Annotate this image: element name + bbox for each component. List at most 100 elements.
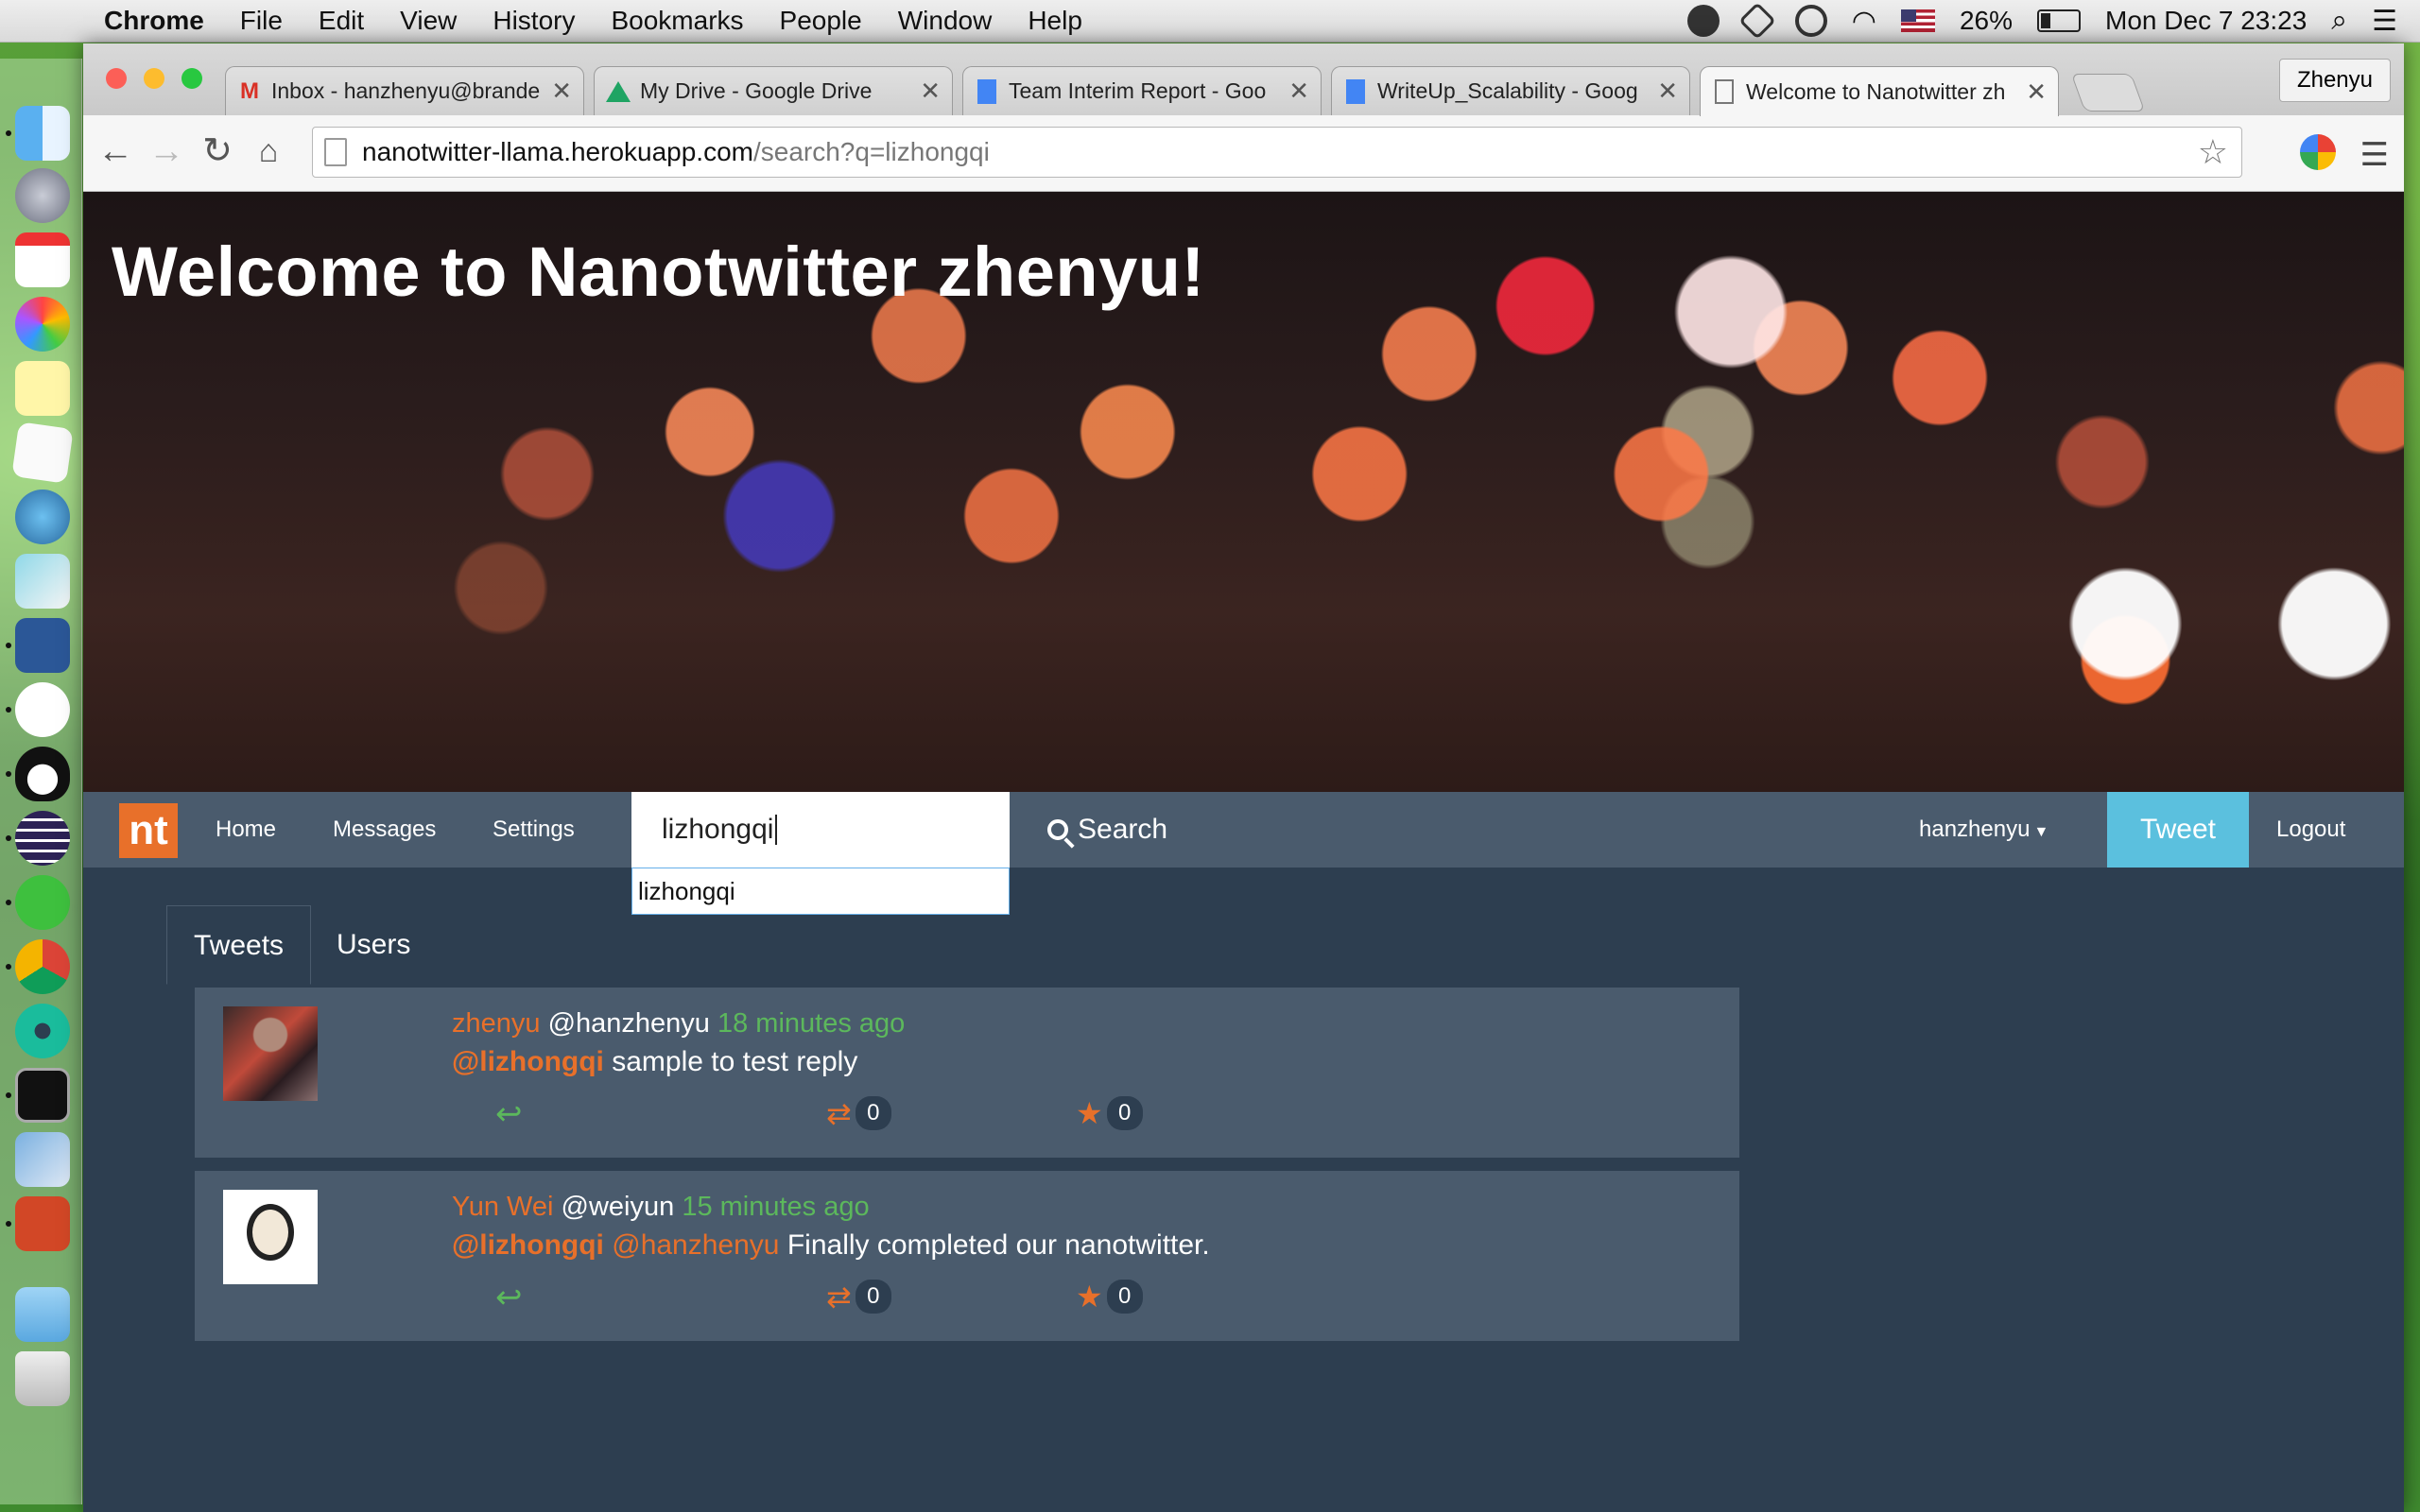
notes-icon[interactable] xyxy=(15,361,70,416)
menu-help[interactable]: Help xyxy=(1028,6,1082,36)
nav-home[interactable]: Home xyxy=(216,792,276,868)
spotlight-icon[interactable]: ⌕ xyxy=(2331,5,2347,37)
nt-logo[interactable]: nt xyxy=(119,803,178,858)
close-window-button[interactable] xyxy=(106,68,127,89)
page-info-icon[interactable] xyxy=(324,138,347,166)
close-tab-icon[interactable]: ✕ xyxy=(551,77,572,106)
new-tab-button[interactable] xyxy=(2070,74,2146,112)
menu-file[interactable]: File xyxy=(240,6,283,36)
tweet-author-name[interactable]: zhenyu xyxy=(452,1008,541,1039)
trash-icon[interactable] xyxy=(15,1351,70,1406)
tab-tweets[interactable]: Tweets xyxy=(166,905,312,985)
reply-button[interactable]: ↩ xyxy=(495,1279,523,1316)
browser-toolbar: ← → ↻ ⌂ nanotwitter-llama.herokuapp.com /… xyxy=(83,115,2404,192)
wifi-icon[interactable]: ◠ xyxy=(1852,5,1876,38)
nav-settings[interactable]: Settings xyxy=(493,792,575,868)
chrome-menu-icon[interactable]: ☰ xyxy=(2360,136,2389,174)
page-title: Welcome to Nanotwitter zhenyu! xyxy=(112,232,1205,311)
tab-google-drive[interactable]: My Drive - Google Drive ✕ xyxy=(594,66,953,115)
tweet-author-handle[interactable]: @hanzhenyu xyxy=(548,1008,710,1039)
calendar-icon[interactable] xyxy=(15,232,70,287)
github-icon[interactable] xyxy=(15,682,70,737)
notification-center-icon[interactable]: ☰ xyxy=(2372,5,2397,38)
avatar[interactable] xyxy=(223,1190,318,1284)
retweet-button[interactable]: ⇄ 0 xyxy=(826,1095,891,1131)
dropbox-icon[interactable] xyxy=(1737,2,1776,40)
folder-icon[interactable] xyxy=(15,1287,70,1342)
preview-icon[interactable] xyxy=(15,554,70,609)
wechat-icon[interactable] xyxy=(1686,5,1720,37)
logout-link[interactable]: Logout xyxy=(2276,792,2345,868)
wechat-dock-icon[interactable] xyxy=(15,875,70,930)
close-tab-icon[interactable]: ✕ xyxy=(920,77,941,106)
mention-link[interactable]: @hanzhenyu xyxy=(612,1229,779,1261)
tweet-card: Yun Wei @weiyun 15 minutes ago @lizhongq… xyxy=(195,1171,1739,1341)
running-indicator xyxy=(6,964,11,970)
atom-icon[interactable] xyxy=(15,1004,70,1058)
extension-icon[interactable] xyxy=(2300,134,2336,170)
mention-link[interactable]: @lizhongqi xyxy=(452,1046,604,1077)
finder-icon[interactable] xyxy=(15,106,70,161)
tweet-button[interactable]: Tweet xyxy=(2107,792,2249,868)
clock[interactable]: Mon Dec 7 23:23 xyxy=(2105,6,2307,36)
menu-window[interactable]: Window xyxy=(898,6,993,36)
retweet-button[interactable]: ⇄ 0 xyxy=(826,1279,891,1314)
profile-button[interactable]: Zhenyu xyxy=(2278,59,2391,102)
input-source-flag-icon[interactable] xyxy=(1900,9,1935,32)
menu-edit[interactable]: Edit xyxy=(319,6,364,36)
close-tab-icon[interactable]: ✕ xyxy=(1288,77,1309,106)
eclipse-icon[interactable] xyxy=(15,811,70,866)
reply-button[interactable]: ↩ xyxy=(495,1095,523,1133)
search-input[interactable]: lizhongqi xyxy=(631,792,1010,868)
word-icon[interactable] xyxy=(15,618,70,673)
menu-bookmarks[interactable]: Bookmarks xyxy=(611,6,743,36)
tweet-author-name[interactable]: Yun Wei xyxy=(452,1192,553,1222)
avatar[interactable] xyxy=(223,1006,318,1101)
menu-people[interactable]: People xyxy=(780,6,862,36)
favorite-button[interactable]: ★ 0 xyxy=(1076,1095,1143,1131)
image-capture-icon[interactable] xyxy=(15,1132,70,1187)
tab-writeup-scalability[interactable]: WriteUp_Scalability - Goog ✕ xyxy=(1331,66,1690,115)
favorite-button[interactable]: ★ 0 xyxy=(1076,1279,1143,1314)
minimize-window-button[interactable] xyxy=(144,68,164,89)
photos-icon[interactable] xyxy=(15,297,70,352)
qq-icon[interactable] xyxy=(15,747,70,801)
search-button[interactable]: Search xyxy=(1047,792,1167,868)
tab-title: WriteUp_Scalability - Goog xyxy=(1377,78,1638,103)
close-tab-icon[interactable]: ✕ xyxy=(2026,77,2047,107)
user-dropdown[interactable]: hanzhenyu ▼ xyxy=(1919,792,2048,868)
search-status-icon[interactable] xyxy=(1794,5,1827,37)
terminal-icon[interactable] xyxy=(15,1068,70,1123)
tweet-text: sample to test reply xyxy=(603,1046,858,1077)
powerpoint-icon[interactable] xyxy=(15,1196,70,1251)
textedit-icon[interactable] xyxy=(11,421,74,484)
mention-link[interactable]: @lizhongqi xyxy=(452,1229,604,1261)
zoom-window-button[interactable] xyxy=(182,68,202,89)
battery-icon[interactable] xyxy=(2037,9,2082,32)
menu-history[interactable]: History xyxy=(493,6,575,36)
forward-button[interactable]: → xyxy=(146,130,187,172)
reload-button[interactable]: ↻ xyxy=(197,130,238,172)
address-bar[interactable]: nanotwitter-llama.herokuapp.com/search?q… xyxy=(312,127,2242,178)
tab-nanotwitter[interactable]: Welcome to Nanotwitter zh ✕ xyxy=(1700,66,2059,116)
nav-messages[interactable]: Messages xyxy=(333,792,436,868)
launchpad-icon[interactable] xyxy=(15,168,70,223)
tweet-author-handle[interactable]: @weiyun xyxy=(562,1192,675,1222)
browser-window: M Inbox - hanzhenyu@brande ✕ My Drive - … xyxy=(83,43,2404,1512)
tab-users[interactable]: Users xyxy=(310,905,437,985)
menu-app[interactable]: Chrome xyxy=(104,6,204,36)
home-button[interactable]: ⌂ xyxy=(248,130,289,172)
tweet-header: zhenyu @hanzhenyu 18 minutes ago xyxy=(452,1008,905,1040)
back-button[interactable]: ← xyxy=(95,130,136,172)
menu-view[interactable]: View xyxy=(400,6,457,36)
bookmark-star-icon[interactable]: ☆ xyxy=(2198,132,2228,172)
maps-icon[interactable] xyxy=(15,490,70,544)
chrome-icon[interactable] xyxy=(15,939,70,994)
tab-team-interim-report[interactable]: Team Interim Report - Goo ✕ xyxy=(962,66,1322,115)
panda-avatar-image xyxy=(247,1204,294,1261)
google-drive-icon xyxy=(606,79,631,104)
close-tab-icon[interactable]: ✕ xyxy=(1657,77,1678,106)
tab-title: Team Interim Report - Goo xyxy=(1009,78,1267,103)
tab-gmail[interactable]: M Inbox - hanzhenyu@brande ✕ xyxy=(225,66,584,115)
battery-percent: 26% xyxy=(1959,6,2014,35)
